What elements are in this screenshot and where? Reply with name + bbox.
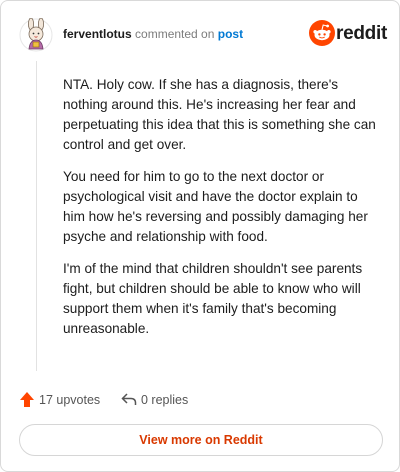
avatar[interactable]: [19, 17, 53, 52]
username-link[interactable]: ferventlotus: [63, 27, 132, 41]
comment-paragraph-3: I'm of the mind that children shouldn't …: [63, 261, 363, 336]
post-link[interactable]: post: [218, 27, 243, 41]
reddit-alien-icon: [309, 20, 335, 46]
reply-arrow-icon: [121, 393, 137, 405]
view-more-button[interactable]: View more on Reddit: [19, 424, 383, 456]
reddit-logo[interactable]: reddit: [309, 20, 387, 48]
comment-paragraph-1: NTA. Holy cow. If she has a diagnosis, t…: [63, 77, 376, 152]
reddit-wordmark: reddit: [336, 23, 387, 44]
avatar-icon: [19, 17, 53, 52]
upvote-button[interactable]: 17 upvotes: [19, 391, 109, 409]
thread-line: [36, 61, 37, 371]
comment-header: ferventlotus commented on post reddit: [19, 17, 387, 52]
embedded-comment-card: ferventlotus commented on post reddit NT…: [0, 0, 400, 472]
upvote-count: 17 upvotes: [39, 393, 101, 407]
comment-body: NTA. Holy cow. If she has a diagnosis, t…: [63, 75, 383, 351]
comment-paragraph-2: You need for him to go to the next docto…: [63, 169, 368, 244]
reply-button[interactable]: 0 replies: [121, 391, 201, 409]
upvote-arrow-icon: [20, 392, 34, 407]
comment-action-text: commented on: [135, 27, 215, 41]
comment-meta: ferventlotus commented on post: [63, 27, 243, 41]
reply-count: 0 replies: [141, 393, 189, 407]
